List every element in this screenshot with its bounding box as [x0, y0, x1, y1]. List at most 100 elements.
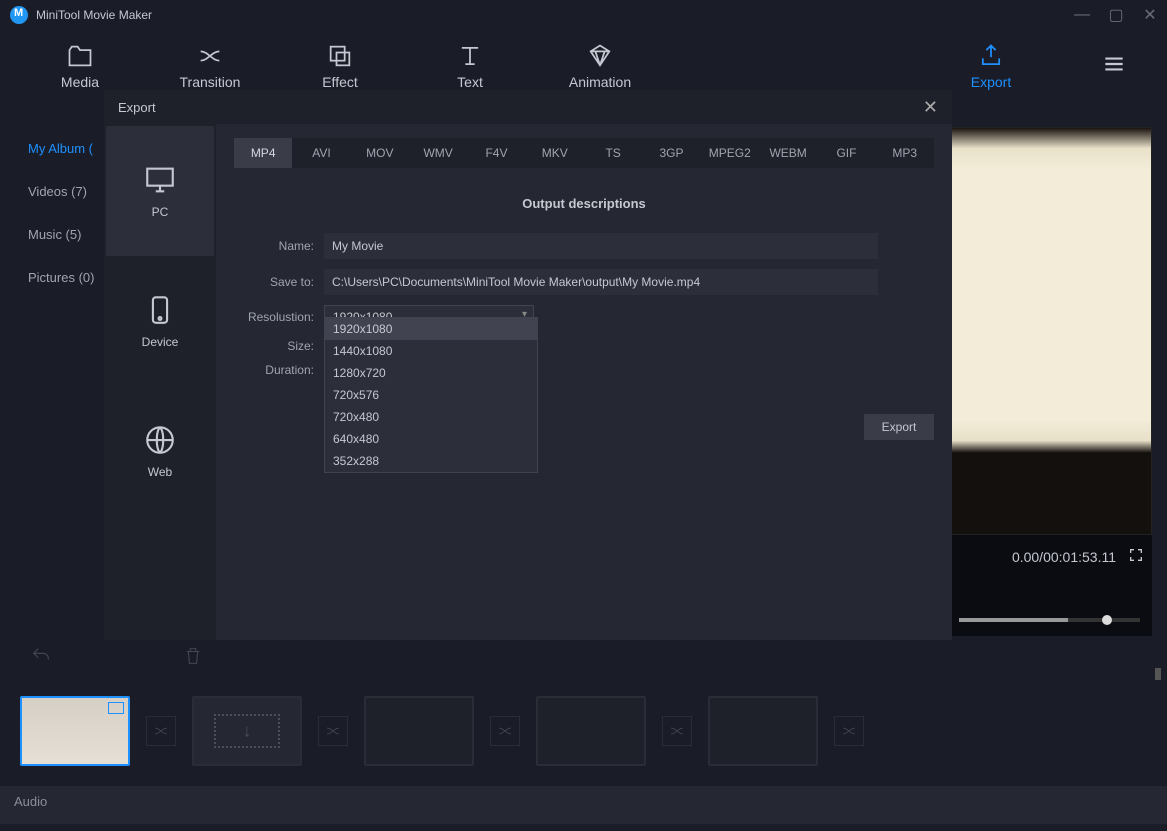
format-ts[interactable]: TS	[584, 138, 642, 168]
export-confirm-button[interactable]: Export	[864, 414, 934, 440]
hamburger-icon	[1101, 51, 1127, 77]
dialog-header: Export ✕	[104, 90, 952, 124]
preview-panel: 0.00/00:01:53.11	[947, 127, 1152, 667]
resolution-dropdown: 1920x1080 1440x1080 1280x720 720x576 720…	[324, 317, 538, 473]
menu-button[interactable]	[1101, 51, 1127, 82]
dialog-close-button[interactable]: ✕	[923, 97, 938, 118]
resolution-option[interactable]: 720x576	[325, 384, 537, 406]
animation-tab[interactable]: Animation	[560, 42, 640, 90]
sidepanel-pictures[interactable]: Pictures (0)	[28, 256, 110, 299]
export-settings: MP4 AVI MOV WMV F4V MKV TS 3GP MPEG2 WEB…	[216, 124, 952, 640]
sidepanel-music[interactable]: Music (5)	[28, 213, 110, 256]
dialog-title: Export	[118, 100, 156, 115]
text-tab[interactable]: Text	[430, 42, 510, 90]
transition-mini-icon	[324, 722, 342, 740]
timeline-clip[interactable]	[192, 696, 302, 766]
effect-label: Effect	[322, 74, 358, 90]
format-mov[interactable]: MOV	[351, 138, 409, 168]
app-logo	[10, 6, 28, 24]
format-tabs: MP4 AVI MOV WMV F4V MKV TS 3GP MPEG2 WEB…	[234, 138, 934, 168]
media-tab[interactable]: Media	[40, 42, 120, 90]
effect-icon	[326, 42, 354, 70]
sidepanel-videos[interactable]: Videos (7)	[28, 170, 110, 213]
animation-label: Animation	[569, 74, 631, 90]
resolution-option[interactable]: 1920x1080	[325, 318, 537, 340]
transition-mini-icon	[840, 722, 858, 740]
transition-slot[interactable]	[318, 716, 348, 746]
close-icon[interactable]: ✕	[1143, 8, 1157, 22]
format-gif[interactable]: GIF	[817, 138, 875, 168]
transition-slot[interactable]	[834, 716, 864, 746]
saveto-label: Save to:	[234, 275, 324, 289]
transition-tab[interactable]: Transition	[170, 42, 250, 90]
timeline-clip[interactable]	[536, 696, 646, 766]
media-label: Media	[61, 74, 99, 90]
text-label: Text	[457, 74, 483, 90]
resolution-option[interactable]: 1280x720	[325, 362, 537, 384]
timeline-strip[interactable]	[0, 676, 1167, 786]
volume-slider[interactable]	[959, 618, 1140, 622]
timeline-clip[interactable]	[708, 696, 818, 766]
minimize-icon[interactable]: —	[1075, 8, 1089, 22]
format-f4v[interactable]: F4V	[467, 138, 525, 168]
resolution-option[interactable]: 640x480	[325, 428, 537, 450]
folder-icon	[66, 42, 94, 70]
transition-slot[interactable]	[490, 716, 520, 746]
format-wmv[interactable]: WMV	[409, 138, 467, 168]
format-mpeg2[interactable]: MPEG2	[701, 138, 759, 168]
undo-icon[interactable]	[30, 645, 52, 667]
timeline-clip[interactable]	[364, 696, 474, 766]
preview-video[interactable]	[947, 127, 1152, 535]
size-label: Size:	[234, 339, 324, 353]
export-label: Export	[971, 74, 1011, 90]
duration-label: Duration:	[234, 363, 324, 377]
saveto-input[interactable]	[324, 269, 878, 295]
audio-track-label[interactable]: Audio	[0, 786, 1167, 824]
transition-mini-icon	[668, 722, 686, 740]
name-input[interactable]	[324, 233, 878, 259]
transition-slot[interactable]	[662, 716, 692, 746]
resolution-option[interactable]: 1440x1080	[325, 340, 537, 362]
timeline: Audio	[0, 636, 1167, 831]
export-target-pc-label: PC	[152, 205, 169, 219]
export-dialog: Export ✕ PC Device Web MP4	[104, 90, 952, 640]
fullscreen-button[interactable]	[1128, 547, 1144, 566]
effect-tab[interactable]: Effect	[300, 42, 380, 90]
fullscreen-icon	[1128, 547, 1144, 563]
monitor-icon	[143, 163, 177, 197]
format-mp3[interactable]: MP3	[876, 138, 934, 168]
export-target-device[interactable]: Device	[106, 256, 214, 386]
timeline-toolbar	[0, 636, 1167, 676]
device-icon	[143, 293, 177, 327]
export-button[interactable]: Export	[951, 42, 1031, 90]
resolution-option[interactable]: 352x288	[325, 450, 537, 472]
resolution-label: Resolustion:	[234, 310, 324, 324]
transition-label: Transition	[180, 74, 241, 90]
resolution-option[interactable]: 720x480	[325, 406, 537, 428]
export-target-web-label: Web	[148, 465, 172, 479]
preview-time: 0.00/00:01:53.11	[1012, 549, 1116, 565]
transition-slot[interactable]	[146, 716, 176, 746]
titlebar: MiniTool Movie Maker — ▢ ✕	[0, 0, 1167, 30]
format-avi[interactable]: AVI	[292, 138, 350, 168]
export-target-pc[interactable]: PC	[106, 126, 214, 256]
timeline-clip[interactable]	[20, 696, 130, 766]
sidepanel-myalbum[interactable]: My Album (	[28, 127, 110, 170]
export-target-web[interactable]: Web	[106, 386, 214, 516]
output-heading: Output descriptions	[234, 196, 934, 211]
app-title: MiniTool Movie Maker	[36, 8, 152, 22]
format-mp4[interactable]: MP4	[234, 138, 292, 168]
transition-icon	[196, 42, 224, 70]
scrollbar-thumb[interactable]	[1155, 668, 1161, 680]
trash-icon[interactable]	[182, 645, 204, 667]
text-icon	[456, 42, 484, 70]
format-3gp[interactable]: 3GP	[642, 138, 700, 168]
format-mkv[interactable]: MKV	[526, 138, 584, 168]
format-webm[interactable]: WEBM	[759, 138, 817, 168]
diamond-icon	[586, 42, 614, 70]
export-target-device-label: Device	[142, 335, 179, 349]
export-target-sidebar: PC Device Web	[104, 124, 216, 640]
maximize-icon[interactable]: ▢	[1109, 8, 1123, 22]
name-label: Name:	[234, 239, 324, 253]
transition-mini-icon	[152, 722, 170, 740]
